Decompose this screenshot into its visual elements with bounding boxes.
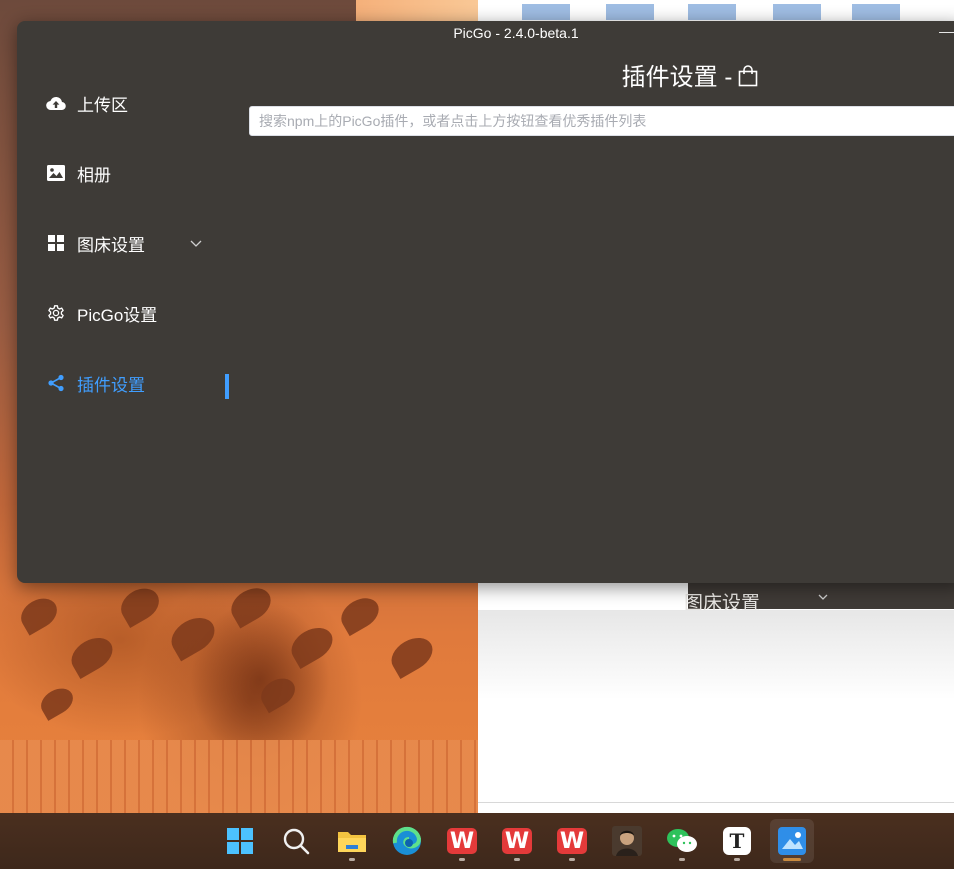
taskbar-typora[interactable]: T bbox=[715, 819, 759, 863]
sidebar-item-picgo-settings[interactable]: PicGo设置 bbox=[17, 293, 233, 333]
file-explorer-icon bbox=[338, 832, 366, 852]
bg-diagram-node bbox=[773, 4, 821, 20]
sidebar-item-upload[interactable]: 上传区 bbox=[17, 83, 233, 123]
cloud-upload-icon bbox=[46, 93, 66, 113]
sidebar-item-label: 图床设置 bbox=[77, 235, 145, 255]
taskbar: W W W T bbox=[0, 813, 954, 869]
typora-icon: T bbox=[723, 827, 751, 855]
taskbar-wps-1[interactable]: W bbox=[440, 819, 484, 863]
wechat-icon bbox=[667, 829, 697, 852]
running-indicator bbox=[679, 858, 685, 861]
title-bar[interactable]: PicGo - 2.4.0-beta.1 bbox=[17, 21, 954, 45]
taskbar-start-button[interactable] bbox=[218, 819, 262, 863]
sidebar-item-label: 上传区 bbox=[77, 95, 128, 115]
bg-diagram-node bbox=[852, 4, 900, 20]
wallpaper-floor bbox=[0, 740, 478, 813]
wps-icon: W bbox=[447, 828, 477, 854]
sidebar-item-plugin-settings[interactable]: 插件设置 bbox=[17, 363, 233, 403]
bg-window-divider bbox=[478, 802, 954, 803]
taskbar-search-button[interactable] bbox=[274, 819, 318, 863]
wps-icon: W bbox=[502, 828, 532, 854]
page-title: 插件设置 - bbox=[249, 61, 954, 97]
plugin-search-input[interactable] bbox=[249, 106, 954, 136]
sidebar-item-image-hosting[interactable]: 图床设置 bbox=[17, 223, 233, 263]
running-indicator bbox=[349, 858, 355, 861]
chevron-down-icon bbox=[818, 594, 828, 600]
wallpaper-leaf bbox=[335, 591, 385, 637]
wallpaper-leaf bbox=[36, 683, 78, 721]
bg-diagram-node bbox=[522, 4, 570, 20]
taskbar-picgo[interactable] bbox=[770, 819, 814, 863]
chevron-down-icon[interactable] bbox=[189, 236, 203, 250]
running-indicator bbox=[569, 858, 575, 861]
sidebar-item-label: 相册 bbox=[77, 165, 111, 185]
gear-icon bbox=[46, 303, 66, 323]
running-indicator bbox=[459, 858, 465, 861]
wps-icon: W bbox=[557, 828, 587, 854]
running-indicator bbox=[783, 858, 801, 861]
share-icon bbox=[46, 373, 66, 393]
sidebar: 上传区 相册 图床设置 PicGo设置 插件设置 bbox=[17, 45, 233, 583]
active-indicator bbox=[225, 374, 229, 399]
taskbar-avatar-app[interactable] bbox=[605, 819, 649, 863]
search-icon bbox=[283, 828, 310, 855]
sidebar-item-label: PicGo设置 bbox=[77, 305, 158, 325]
picgo-window: PicGo - 2.4.0-beta.1 上传区 相册 图床设置 PicGo设置… bbox=[17, 21, 954, 583]
main-content: 插件设置 - bbox=[249, 45, 954, 583]
shopping-bag-icon[interactable] bbox=[738, 63, 758, 97]
picgo-icon bbox=[778, 827, 806, 855]
user-avatar-icon bbox=[612, 826, 642, 856]
bg-window-fade bbox=[478, 610, 954, 700]
wallpaper-leaf bbox=[65, 631, 119, 679]
running-indicator bbox=[514, 858, 520, 861]
page-title-text: 插件设置 - bbox=[621, 64, 733, 91]
taskbar-wps-2[interactable]: W bbox=[495, 819, 539, 863]
taskbar-edge[interactable] bbox=[385, 819, 429, 863]
wallpaper-leaf bbox=[385, 631, 439, 679]
wallpaper-leaf bbox=[115, 582, 165, 628]
sidebar-item-label: 插件设置 bbox=[77, 375, 145, 395]
wallpaper-leaf bbox=[15, 592, 63, 636]
sidebar-item-gallery[interactable]: 相册 bbox=[17, 153, 233, 193]
bg-diagram-node bbox=[606, 4, 654, 20]
minimize-button[interactable] bbox=[939, 32, 954, 33]
grid-icon bbox=[46, 233, 66, 253]
bg-diagram-node bbox=[688, 4, 736, 20]
taskbar-file-explorer[interactable] bbox=[330, 819, 374, 863]
running-indicator bbox=[734, 858, 740, 861]
taskbar-wechat[interactable] bbox=[660, 819, 704, 863]
window-title: PicGo - 2.4.0-beta.1 bbox=[453, 25, 579, 41]
windows-start-icon bbox=[227, 828, 253, 854]
picture-icon bbox=[46, 163, 66, 183]
edge-icon bbox=[392, 826, 422, 855]
taskbar-wps-3[interactable]: W bbox=[550, 819, 594, 863]
